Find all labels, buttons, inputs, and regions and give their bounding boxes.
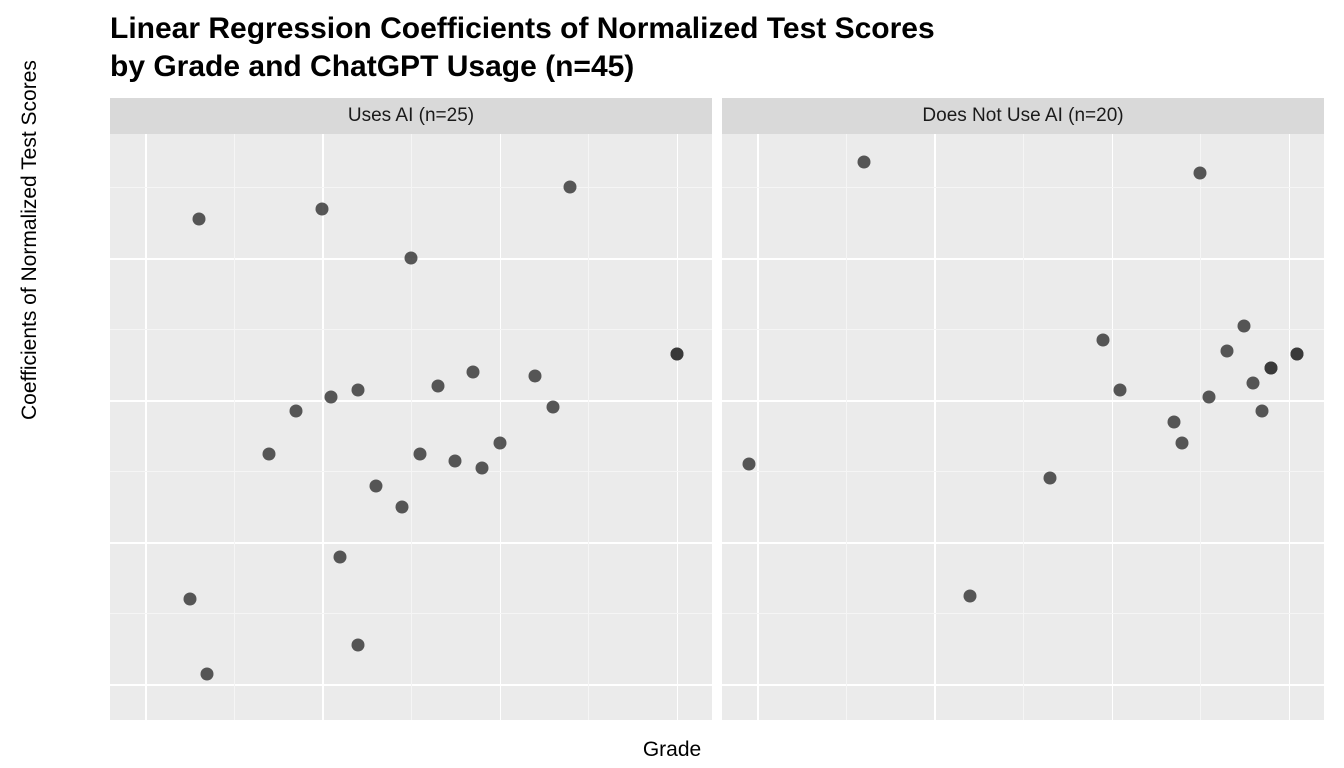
data-point xyxy=(1043,472,1056,485)
data-point xyxy=(369,479,382,492)
data-point xyxy=(201,667,214,680)
grid-minor-v xyxy=(588,134,589,720)
data-point xyxy=(1220,344,1233,357)
facet-strip: Does Not Use AI (n=20) xyxy=(722,98,1324,134)
data-point xyxy=(493,436,506,449)
data-point xyxy=(1238,319,1251,332)
data-point xyxy=(405,252,418,265)
data-point xyxy=(449,454,462,467)
data-point xyxy=(670,348,683,361)
facet-1: Does Not Use AI (n=20)406080100 xyxy=(722,98,1324,720)
data-point xyxy=(351,639,364,652)
grid-line-v xyxy=(1112,134,1114,720)
data-point xyxy=(963,589,976,602)
grid-line-v xyxy=(500,134,502,720)
grid-minor-v xyxy=(1023,134,1024,720)
grid-line-v xyxy=(1289,134,1291,720)
grid-line-v xyxy=(934,134,936,720)
data-point xyxy=(1291,348,1304,361)
data-point xyxy=(475,461,488,474)
data-point xyxy=(528,369,541,382)
data-point xyxy=(1114,383,1127,396)
data-point xyxy=(431,380,444,393)
title-line-1: Linear Regression Coefficients of Normal… xyxy=(110,12,935,45)
grid-line-v xyxy=(322,134,324,720)
data-point xyxy=(1167,415,1180,428)
title-line-2: by Grade and ChatGPT Usage (n=45) xyxy=(110,50,634,83)
data-point xyxy=(263,447,276,460)
data-point xyxy=(289,405,302,418)
chart-title: Linear Regression Coefficients of Normal… xyxy=(110,10,935,85)
data-point xyxy=(564,181,577,194)
data-point xyxy=(325,390,338,403)
grid-line-v xyxy=(677,134,679,720)
plot-panel: 406080100 xyxy=(722,134,1324,720)
data-point xyxy=(192,213,205,226)
plot-panel: 406080100-0.8-0.40.00.4 xyxy=(110,134,712,720)
data-point xyxy=(1202,390,1215,403)
facet-0: Uses AI (n=25)406080100-0.8-0.40.00.4 xyxy=(110,98,712,720)
grid-minor-v xyxy=(1200,134,1201,720)
data-point xyxy=(351,383,364,396)
data-point xyxy=(1176,436,1189,449)
grid-line-v xyxy=(145,134,147,720)
data-point xyxy=(1096,333,1109,346)
y-axis-label: Coefficients of Normalized Test Scores xyxy=(18,60,42,420)
data-point xyxy=(857,156,870,169)
data-point xyxy=(1256,405,1269,418)
facet-row: Uses AI (n=25)406080100-0.8-0.40.00.4Doe… xyxy=(110,98,1324,720)
grid-minor-v xyxy=(411,134,412,720)
data-point xyxy=(1247,376,1260,389)
data-point xyxy=(334,550,347,563)
grid-minor-v xyxy=(846,134,847,720)
chart-container: Linear Regression Coefficients of Normal… xyxy=(0,0,1344,768)
data-point xyxy=(316,202,329,215)
data-point xyxy=(1264,362,1277,375)
facet-strip: Uses AI (n=25) xyxy=(110,98,712,134)
grid-minor-v xyxy=(234,134,235,720)
data-point xyxy=(742,458,755,471)
data-point xyxy=(413,447,426,460)
data-point xyxy=(396,500,409,513)
data-point xyxy=(466,365,479,378)
grid-line-v xyxy=(757,134,759,720)
x-axis-label: Grade xyxy=(0,738,1344,762)
data-point xyxy=(183,593,196,606)
data-point xyxy=(546,401,559,414)
data-point xyxy=(1194,167,1207,180)
